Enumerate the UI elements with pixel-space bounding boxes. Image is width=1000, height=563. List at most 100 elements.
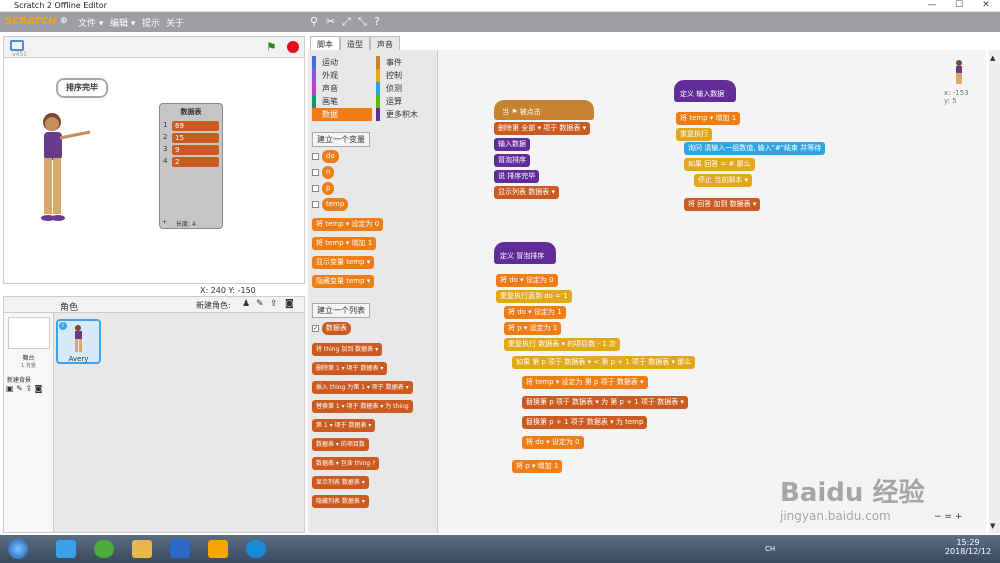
tray-lang[interactable]: CH bbox=[765, 545, 775, 553]
category-left-0[interactable]: 运动 bbox=[312, 56, 372, 69]
variable-reporter-p[interactable]: p bbox=[322, 181, 335, 195]
list-block[interactable]: 显示列表 数据表 ▾ bbox=[312, 476, 369, 489]
green-flag-icon[interactable]: ⚑ bbox=[266, 40, 277, 54]
shrink-icon[interactable]: ⤡ bbox=[358, 15, 367, 29]
variable-block[interactable]: 将 temp ▾ 设定为 0 bbox=[312, 218, 384, 231]
menu-tips[interactable]: 提示 bbox=[142, 16, 160, 29]
minimize-button[interactable]: — bbox=[918, 0, 946, 10]
category-right-2[interactable]: 侦测 bbox=[376, 82, 436, 95]
script-block[interactable]: 将 do ▾ 设定为 0 bbox=[496, 274, 558, 287]
script-block[interactable]: 说 排序完毕 bbox=[494, 170, 540, 183]
fullscreen-icon[interactable] bbox=[10, 40, 24, 51]
camera-icon[interactable]: ◙ bbox=[285, 299, 294, 309]
category-right-0[interactable]: 事件 bbox=[376, 56, 436, 69]
list-monitor-row[interactable]: 1 69 bbox=[163, 121, 219, 131]
list-block[interactable]: 数据表 ▾ 包含 thing ? bbox=[312, 457, 380, 470]
stage[interactable]: 排序完毕 数据表 1 69 2 15 3 9 4 2 长度: 4 + bbox=[3, 57, 305, 284]
script-block[interactable]: 停止 当前脚本 ▾ bbox=[694, 174, 752, 187]
script-block[interactable]: 删除第 全部 ▾ 项于 数据表 ▾ bbox=[494, 122, 591, 135]
script-block[interactable]: 将 p ▾ 增加 1 bbox=[512, 460, 563, 473]
script-block[interactable]: 询问 请输入一组数值, 输入"#"结束 并等待 bbox=[684, 142, 826, 155]
make-list-button[interactable]: 建立一个列表 bbox=[312, 303, 370, 318]
paint-icon[interactable]: ✎ bbox=[256, 299, 264, 309]
variable-block[interactable]: 显示变量 temp ▾ bbox=[312, 256, 375, 269]
stage-thumbnail[interactable] bbox=[8, 317, 50, 349]
list-block[interactable]: 第 1 ▾ 项于 数据表 ▾ bbox=[312, 419, 376, 432]
category-right-3[interactable]: 运算 bbox=[376, 95, 436, 108]
avery-sprite[interactable] bbox=[38, 110, 98, 230]
app-icon-2[interactable] bbox=[94, 540, 114, 558]
grow-icon[interactable]: ⤢ bbox=[342, 15, 351, 29]
variable-block[interactable]: 隐藏变量 temp ▾ bbox=[312, 275, 375, 288]
script-block[interactable]: 将 temp ▾ 增加 1 bbox=[676, 112, 741, 125]
script-block[interactable]: 输入数据 bbox=[494, 138, 530, 151]
globe-icon[interactable]: ⊕ bbox=[60, 16, 68, 26]
script-block[interactable]: 重复执行 数据表 ▾ 的项目数 - 1 次 bbox=[504, 338, 620, 351]
variable-reporter-do[interactable]: do bbox=[322, 149, 339, 163]
help-icon[interactable]: ? bbox=[374, 15, 380, 28]
script-block[interactable]: 将 do ▾ 设定为 0 bbox=[522, 436, 584, 449]
scroll-up-icon[interactable]: ▲ bbox=[990, 54, 995, 62]
backdrop-tools[interactable]: ▣ ✎ ⇪ ◙ bbox=[6, 384, 53, 393]
sprite-library-icon[interactable]: ♟ bbox=[242, 299, 250, 309]
script-block[interactable]: 定义 冒泡排序 bbox=[496, 250, 549, 263]
script-block[interactable]: 如果 回答 = # 那么 bbox=[684, 158, 755, 171]
list-monitor[interactable]: 数据表 1 69 2 15 3 9 4 2 长度: 4 + bbox=[159, 103, 223, 229]
script-block[interactable]: 显示列表 数据表 ▾ bbox=[494, 186, 559, 199]
list-monitor-row[interactable]: 2 15 bbox=[163, 133, 219, 143]
duplicate-icon[interactable]: ⚲ bbox=[310, 15, 318, 28]
taskbar-clock[interactable]: 15:29 2018/12/12 bbox=[940, 538, 996, 556]
script-block[interactable]: 将 do ▾ 设定为 1 bbox=[504, 306, 566, 319]
variable-checkbox[interactable] bbox=[312, 168, 319, 176]
close-button[interactable]: ✕ bbox=[972, 0, 1000, 10]
tab-scripts[interactable]: 脚本 bbox=[310, 36, 340, 50]
list-block[interactable]: 数据表 ▾ 的项目数 bbox=[312, 438, 369, 451]
delete-icon[interactable]: ✂ bbox=[326, 15, 335, 28]
script-block[interactable]: 将 回答 加到 数据表 ▾ bbox=[684, 198, 761, 211]
list-block[interactable]: 隐藏列表 数据表 ▾ bbox=[312, 495, 369, 508]
menu-about[interactable]: 关于 bbox=[166, 16, 184, 29]
start-button[interactable] bbox=[8, 539, 28, 559]
scroll-down-icon[interactable]: ▼ bbox=[990, 522, 995, 530]
variable-reporter-n[interactable]: n bbox=[322, 165, 335, 179]
app-icon-4[interactable] bbox=[170, 540, 190, 558]
script-block[interactable]: 当 ⚑ 被点击 bbox=[498, 106, 545, 119]
tab-sounds[interactable]: 声音 bbox=[370, 36, 400, 50]
zoom-in-button[interactable]: + bbox=[955, 512, 963, 522]
list-row-value[interactable]: 15 bbox=[172, 133, 219, 143]
make-variable-button[interactable]: 建立一个变量 bbox=[312, 132, 370, 147]
list-monitor-row[interactable]: 39 bbox=[163, 145, 219, 155]
ie-icon[interactable] bbox=[246, 540, 266, 558]
explorer-icon[interactable] bbox=[132, 540, 152, 558]
list-checkbox[interactable]: ✓ bbox=[312, 325, 319, 332]
script-block[interactable]: 重复执行直到 do = 1 bbox=[496, 290, 572, 303]
script-block[interactable]: 重复执行 bbox=[676, 128, 712, 141]
menu-edit[interactable]: 编辑 ▾ bbox=[110, 16, 135, 29]
script-block[interactable]: 如果 第 p 项于 数据表 ▾ < 第 p + 1 项于 数据表 ▾ 那么 bbox=[512, 356, 696, 369]
stop-icon[interactable] bbox=[287, 41, 299, 53]
zoom-reset-button[interactable]: = bbox=[944, 512, 952, 522]
category-left-1[interactable]: 外观 bbox=[312, 69, 372, 82]
menu-file[interactable]: 文件 ▾ bbox=[78, 16, 103, 29]
category-right-4[interactable]: 更多积木 bbox=[376, 108, 436, 121]
script-block[interactable]: 冒泡排序 bbox=[494, 154, 530, 167]
script-block[interactable]: 替换第 p + 1 项于 数据表 ▾ 为 temp bbox=[522, 416, 648, 429]
maximize-button[interactable]: ☐ bbox=[945, 0, 973, 10]
variable-reporter-temp[interactable]: temp bbox=[322, 197, 349, 211]
variable-block[interactable]: 将 temp ▾ 增加 1 bbox=[312, 237, 377, 250]
sprite-thumb-avery[interactable]: i Avery bbox=[56, 319, 101, 364]
scratch-logo[interactable]: SCRATCH bbox=[5, 16, 57, 27]
info-icon[interactable]: i bbox=[59, 322, 67, 330]
list-block[interactable]: 替换第 1 ▾ 项于 数据表 ▾ 为 thing bbox=[312, 400, 413, 413]
vertical-scrollbar[interactable]: ▲ ▼ bbox=[989, 50, 1000, 533]
list-monitor-row[interactable]: 42 bbox=[163, 157, 219, 167]
category-left-2[interactable]: 声音 bbox=[312, 82, 372, 95]
list-row-value[interactable]: 9 bbox=[172, 145, 219, 155]
variable-checkbox[interactable] bbox=[312, 200, 319, 208]
script-area[interactable]: 当 ⚑ 被点击删除第 全部 ▾ 项于 数据表 ▾ 输入数据冒泡排序说 排序完毕显示… bbox=[438, 50, 986, 533]
list-row-value[interactable]: 69 bbox=[172, 121, 219, 131]
list-row-value[interactable]: 2 bbox=[172, 157, 219, 167]
category-left-3[interactable]: 画笔 bbox=[312, 95, 372, 108]
script-block[interactable]: 替换第 p 项于 数据表 ▾ 为 第 p + 1 项于 数据表 ▾ bbox=[522, 396, 688, 409]
variable-checkbox[interactable] bbox=[312, 184, 319, 192]
